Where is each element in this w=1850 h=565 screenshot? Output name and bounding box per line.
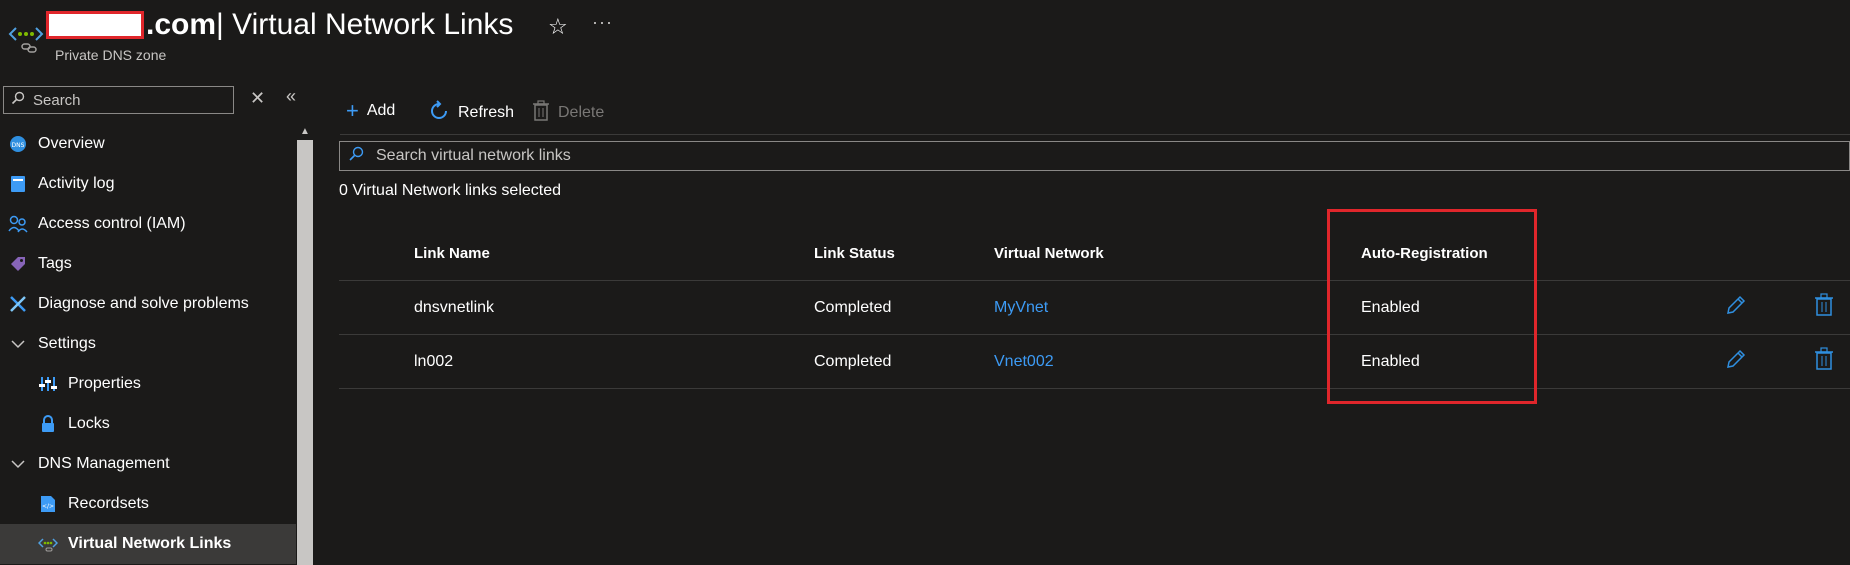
cell-link-name: ln002 [414,353,454,370]
sidebar-item-label: Virtual Network Links [68,535,232,552]
search-icon [348,146,364,167]
collapse-sidebar-icon[interactable]: « [286,86,296,107]
page-title: .com | Virtual Network Links [46,8,513,42]
search-icon [11,91,25,110]
column-header-virtual-network[interactable]: Virtual Network [994,245,1104,262]
add-label: Add [366,102,396,119]
sidebar-search-input[interactable] [31,90,225,110]
refresh-label: Refresh [458,104,515,121]
grid-search-input[interactable] [374,146,1778,166]
delete-button[interactable]: Delete [532,100,604,126]
sidebar-scrollbar[interactable] [297,124,313,565]
scroll-up-icon[interactable]: ▲ [297,124,313,140]
highlight-box [1327,209,1537,404]
plus-icon: + [346,98,359,123]
wrench-icon [8,294,28,314]
delete-trash-icon[interactable] [1814,347,1834,376]
title-domain: .com [146,8,217,41]
vnet-link-icon [38,534,58,554]
sidebar-item-label: Locks [68,415,110,432]
cell-virtual-network-link[interactable]: MyVnet [994,299,1048,317]
recordsets-icon: </> [38,494,58,514]
sidebar-item-overview[interactable]: DNS Overview [0,124,296,164]
cell-link-name: dnsvnetlink [414,299,495,316]
lock-icon [38,414,58,434]
cell-virtual-network-link[interactable]: Vnet002 [994,353,1054,371]
vnet-link-icon [8,22,44,61]
sidebar-group-dns-management[interactable]: DNS Management [0,444,296,484]
sidebar-item-locks[interactable]: Locks [0,404,296,444]
edit-pencil-icon[interactable] [1725,348,1747,375]
svg-text:</>: </> [42,503,54,510]
sidebar-item-label: Overview [38,135,105,152]
clear-search-icon[interactable]: ✕ [250,88,265,109]
row-divider [339,388,1850,389]
edit-pencil-icon[interactable] [1725,294,1747,321]
selection-count: 0 Virtual Network links selected [339,182,562,199]
sidebar-item-properties[interactable]: Properties [0,364,296,404]
dns-globe-icon: DNS [8,134,28,154]
sidebar-item-label: DNS Management [38,455,170,472]
cell-link-status: Completed [814,299,892,316]
sidebar-group-settings[interactable]: Settings [0,324,296,364]
cell-link-status: Completed [814,353,892,370]
delete-label: Delete [558,104,605,121]
sidebar-item-label: Diagnose and solve problems [38,295,249,312]
activity-log-icon [8,174,28,194]
add-button[interactable]: + Add [346,100,395,122]
redacted-name [46,11,144,39]
refresh-icon [428,100,450,126]
sidebar-item-label: Settings [38,335,96,352]
grid-search[interactable] [339,141,1850,171]
title-text: | Virtual Network Links [216,8,514,41]
people-icon [8,214,28,234]
sidebar-item-label: Activity log [38,175,115,192]
sidebar-item-recordsets[interactable]: </> Recordsets [0,484,296,524]
sidebar-nav: DNS Overview Activity log Access control… [0,124,296,564]
svg-text:DNS: DNS [12,142,25,149]
chevron-down-icon [8,334,28,354]
header-divider [339,280,1850,281]
trash-icon [532,100,550,126]
row-divider [339,334,1850,335]
sidebar-search[interactable] [3,86,234,114]
properties-icon [38,374,58,394]
toolbar-divider [340,134,1850,135]
favorite-star-icon[interactable]: ☆ [548,14,568,40]
column-header-link-name[interactable]: Link Name [414,245,490,262]
page-subtitle: Private DNS zone [55,47,167,63]
more-options-button[interactable]: ··· [592,12,613,33]
sidebar-item-diagnose[interactable]: Diagnose and solve problems [0,284,296,324]
sidebar-item-label: Tags [38,255,72,272]
sidebar-item-label: Properties [68,375,141,392]
tag-icon [8,254,28,274]
delete-trash-icon[interactable] [1814,293,1834,322]
sidebar-item-tags[interactable]: Tags [0,244,296,284]
sidebar-item-activity-log[interactable]: Activity log [0,164,296,204]
sidebar-item-virtual-network-links[interactable]: Virtual Network Links [0,524,296,564]
column-header-link-status[interactable]: Link Status [814,245,895,262]
chevron-down-icon [8,454,28,474]
sidebar-item-iam[interactable]: Access control (IAM) [0,204,296,244]
refresh-button[interactable]: Refresh [428,100,514,126]
sidebar-item-label: Recordsets [68,495,149,512]
sidebar-item-label: Access control (IAM) [38,215,186,232]
